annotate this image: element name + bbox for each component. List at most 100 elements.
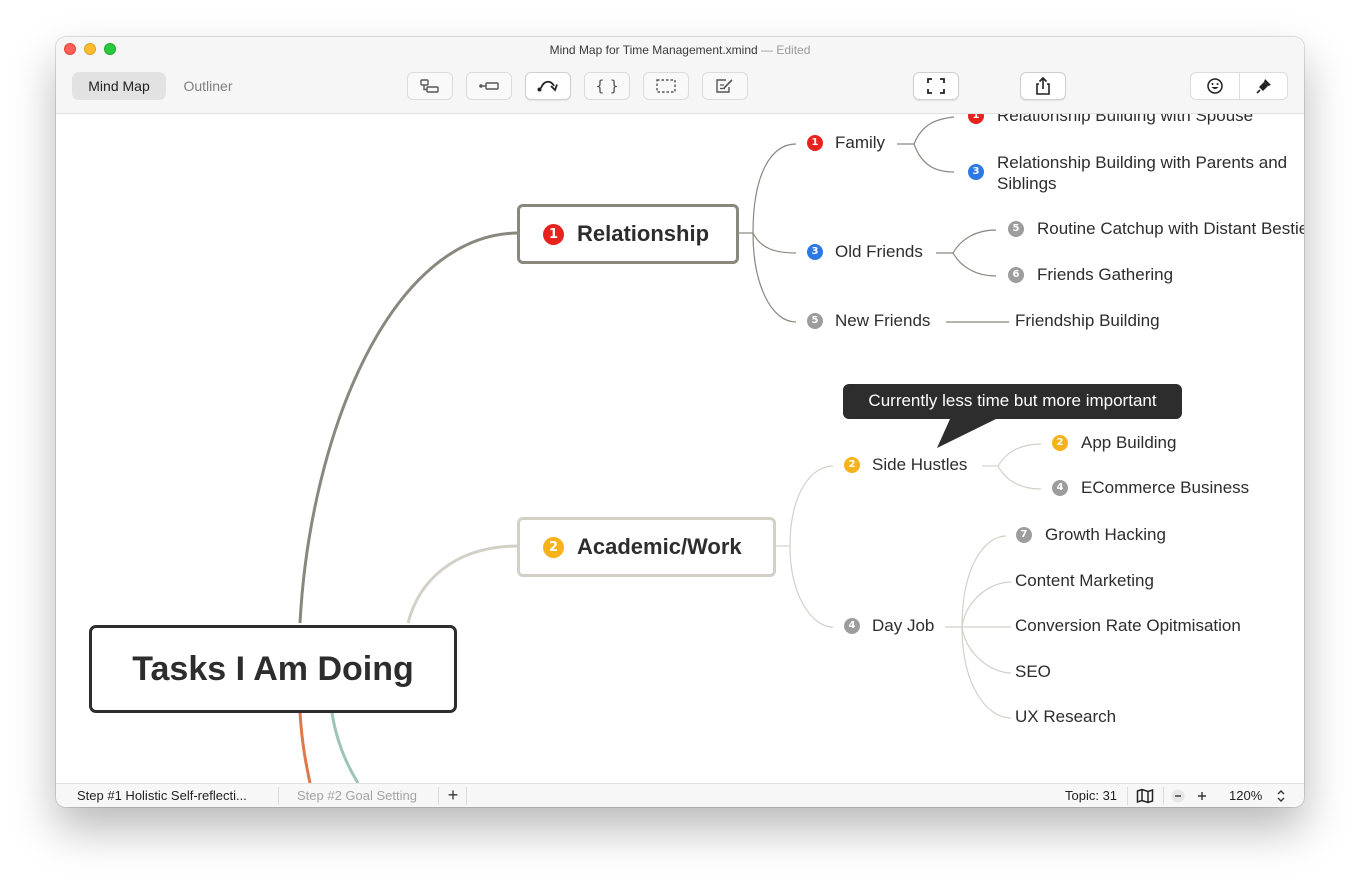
priority-6-marker: 6: [1008, 267, 1024, 283]
priority-5-marker: 5: [807, 313, 823, 329]
topic-label: SEO: [1015, 662, 1051, 681]
relationship-icon: [537, 80, 558, 92]
topic-ux-research[interactable]: UX Research: [1015, 707, 1116, 727]
priority-2-marker: 2: [1052, 435, 1068, 451]
emoji-button[interactable]: [1191, 73, 1239, 99]
central-topic[interactable]: Tasks I Am Doing: [89, 625, 457, 713]
note-icon: [716, 79, 733, 93]
topic-label: UX Research: [1015, 707, 1117, 726]
zoom-level[interactable]: 120%: [1229, 784, 1262, 807]
svg-text:{ }: { }: [595, 77, 619, 95]
minus-icon: [1171, 789, 1185, 803]
main-topic-relationship[interactable]: 1 Relationship: [517, 204, 739, 264]
share-button[interactable]: [1020, 72, 1066, 100]
topic-label: ECommerce Business: [1081, 478, 1250, 497]
app-window: Mind Map for Time Management.xmind — Edi…: [56, 37, 1304, 807]
subtopic-label: Day Job: [872, 616, 935, 635]
topic-app-building[interactable]: 2 App Building: [1052, 433, 1176, 453]
callout-note[interactable]: Currently less time but more important: [843, 384, 1182, 419]
add-sheet-button[interactable]: +: [444, 784, 462, 807]
topic-routine-catchup[interactable]: 5 Routine Catchup with Distant Besties: [1008, 219, 1304, 239]
fullscreen-button[interactable]: [913, 72, 959, 100]
priority-4-marker: 4: [844, 618, 860, 634]
subtopic-old-friends[interactable]: 3 Old Friends: [807, 242, 923, 262]
subtopic-label: Family: [835, 133, 886, 152]
topic-label: Content Marketing: [1015, 571, 1154, 590]
format-brush-icon: [1256, 79, 1271, 94]
topic-relationship-spouse[interactable]: 1 Relationship Building with Spouse: [968, 114, 1253, 126]
priority-2-marker: 2: [543, 536, 564, 558]
format-panel-toggles: [1190, 72, 1288, 100]
topic-label: Friendship Building: [1015, 311, 1160, 330]
priority-7-marker: 7: [1016, 527, 1032, 543]
boundary-icon: { }: [595, 77, 619, 95]
map-overview-button[interactable]: [1135, 784, 1155, 807]
document-name: Mind Map for Time Management.xmind: [549, 43, 758, 57]
sheet-tab-1[interactable]: Step #1 Holistic Self-reflecti...: [77, 784, 247, 807]
sheet-divider: [466, 787, 467, 805]
summary-icon: [656, 79, 676, 93]
subtopic-label: Old Friends: [835, 242, 923, 261]
chevron-updown-icon: [1277, 790, 1285, 802]
mind-map-tab[interactable]: Mind Map: [72, 72, 166, 100]
priority-1-marker: 1: [968, 114, 984, 124]
sheet-divider: [278, 787, 279, 805]
topic-ecommerce-business[interactable]: 4 ECommerce Business: [1052, 478, 1249, 498]
subtopic-day-job[interactable]: 4 Day Job: [844, 616, 934, 636]
view-switcher: Mind Map Outliner: [72, 72, 236, 100]
topic-relationship-parents-siblings[interactable]: 3 Relationship Building with Parents and…: [968, 152, 1304, 194]
zoom-stepper[interactable]: [1274, 784, 1288, 807]
outliner-tab[interactable]: Outliner: [166, 72, 250, 100]
fullscreen-icon: [927, 78, 945, 94]
topic-label: Growth Hacking: [1045, 525, 1166, 544]
subtopic-label: New Friends: [835, 311, 931, 330]
zoom-in-button[interactable]: [1194, 784, 1210, 807]
subtopic-button[interactable]: [407, 72, 453, 100]
main-topic-academic-work[interactable]: 2 Academic/Work: [517, 517, 776, 577]
topic-seo[interactable]: SEO: [1015, 662, 1051, 682]
main-topic-label: Academic/Work: [577, 534, 742, 559]
boundary-button[interactable]: { }: [584, 72, 630, 100]
subtopic-new-friends[interactable]: 5 New Friends: [807, 311, 930, 331]
topic-friendship-building[interactable]: Friendship Building: [1015, 311, 1160, 331]
format-button[interactable]: [1240, 73, 1288, 99]
topic-label: Conversion Rate Opitmisation: [1015, 616, 1241, 635]
edited-status: — Edited: [761, 43, 811, 57]
share-icon: [1036, 76, 1050, 95]
topic-growth-hacking[interactable]: 7 Growth Hacking: [1016, 525, 1166, 545]
topic-label: App Building: [1081, 433, 1177, 452]
relationship-button[interactable]: [525, 72, 571, 100]
subtopic-label: Side Hustles: [872, 455, 968, 474]
topic-content-marketing[interactable]: Content Marketing: [1015, 571, 1154, 591]
topic-label: Relationship Building with Parents and S…: [997, 153, 1288, 193]
priority-1-marker: 1: [807, 135, 823, 151]
priority-1-marker: 1: [543, 223, 564, 245]
priority-2-marker: 2: [844, 457, 860, 473]
topic-count: Topic: 31: [1065, 788, 1118, 803]
titlebar: Mind Map for Time Management.xmind — Edi…: [56, 37, 1304, 114]
topic-label: Relationship Building with Spouse: [997, 114, 1254, 125]
subtopic-side-hustles[interactable]: 2 Side Hustles: [844, 455, 967, 475]
priority-5-marker: 5: [1008, 221, 1024, 237]
topic-icon: [479, 82, 499, 90]
mind-map-canvas[interactable]: Tasks I Am Doing 1 Relationship 2 Academ…: [56, 114, 1304, 783]
plus-icon: [1198, 792, 1206, 800]
zoom-out-button[interactable]: [1170, 784, 1186, 807]
sheet-tab-2[interactable]: Step #2 Goal Setting: [297, 784, 417, 807]
topic-label: Routine Catchup with Distant Besties: [1037, 219, 1304, 238]
summary-button[interactable]: [643, 72, 689, 100]
status-bar: Step #1 Holistic Self-reflecti... Step #…: [56, 783, 1304, 807]
topic-conversion-rate[interactable]: Conversion Rate Opitmisation: [1015, 616, 1241, 636]
priority-3-marker: 3: [968, 164, 984, 180]
priority-3-marker: 3: [807, 244, 823, 260]
note-button[interactable]: [702, 72, 748, 100]
priority-4-marker: 4: [1052, 480, 1068, 496]
status-divider: [1163, 787, 1164, 805]
subtopic-family[interactable]: 1 Family: [807, 133, 885, 153]
map-icon: [1136, 788, 1154, 804]
status-divider: [1127, 787, 1128, 805]
subtopic-icon: [420, 79, 439, 93]
topic-friends-gathering[interactable]: 6 Friends Gathering: [1008, 265, 1173, 285]
topic-label: Friends Gathering: [1037, 265, 1174, 284]
topic-button[interactable]: [466, 72, 512, 100]
